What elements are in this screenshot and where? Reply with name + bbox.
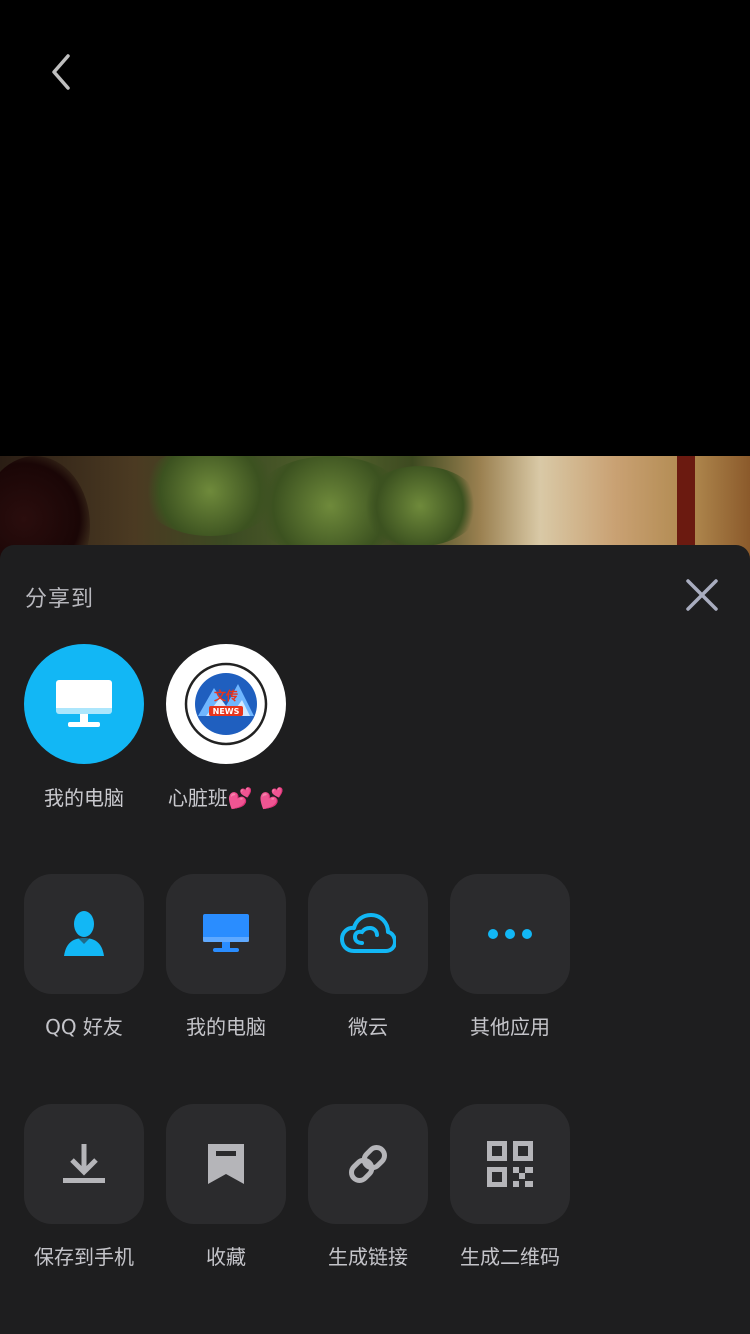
share-other-apps[interactable]: 其他应用 [438,874,582,1040]
tile-label: 微云 [348,1015,388,1039]
contact-label: 心脏班💕 💕 [167,786,285,810]
cloud-icon [340,913,396,953]
avatar [24,644,144,764]
more-icon [488,929,532,939]
qrcode-icon [487,1141,533,1187]
logo-badge: NEWS [213,707,240,716]
save-to-phone[interactable]: 保存到手机 [12,1104,156,1270]
share-sheet: 分享到 我的电脑 文传 NEWS 心脏班💕 💕 QQ 好友 我的电脑 微云 其他… [0,545,750,1334]
tile-label: 收藏 [206,1245,246,1269]
close-button[interactable] [680,573,724,617]
tile-label: 保存到手机 [34,1245,134,1269]
link-icon [349,1145,387,1183]
monitor-icon [56,680,112,727]
tile-label: QQ 好友 [45,1015,123,1039]
recent-contact-group[interactable]: 文传 NEWS 心脏班💕 💕 [154,644,298,811]
generate-link[interactable]: 生成链接 [296,1104,440,1270]
qq-friend-icon [64,911,104,956]
favorite[interactable]: 收藏 [154,1104,298,1270]
tile-label: 生成二维码 [460,1245,560,1269]
share-my-computer[interactable]: 我的电脑 [154,874,298,1040]
recent-contact-my-computer[interactable]: 我的电脑 [12,644,156,811]
logo-text: 文传 [214,688,238,703]
image-viewer-screen: 分享到 我的电脑 文传 NEWS 心脏班💕 💕 QQ 好友 我的电脑 微云 其他… [0,0,750,1334]
download-icon [63,1144,105,1183]
tile-label: 其他应用 [470,1015,550,1039]
tile-label: 我的电脑 [186,1015,266,1039]
share-sheet-title: 分享到 [25,587,95,612]
bookmark-icon [208,1144,244,1184]
generate-qrcode[interactable]: 生成二维码 [438,1104,582,1270]
share-qq-friend[interactable]: QQ 好友 [12,874,156,1040]
tile-label: 生成链接 [328,1245,408,1269]
close-icon [686,579,718,611]
contact-label: 我的电脑 [44,786,124,810]
back-button[interactable] [40,48,84,96]
news-logo-avatar: 文传 NEWS [184,662,268,746]
monitor-icon [203,914,249,952]
chevron-left-icon [52,54,70,90]
share-weiyun[interactable]: 微云 [296,874,440,1040]
avatar: 文传 NEWS [166,644,286,764]
